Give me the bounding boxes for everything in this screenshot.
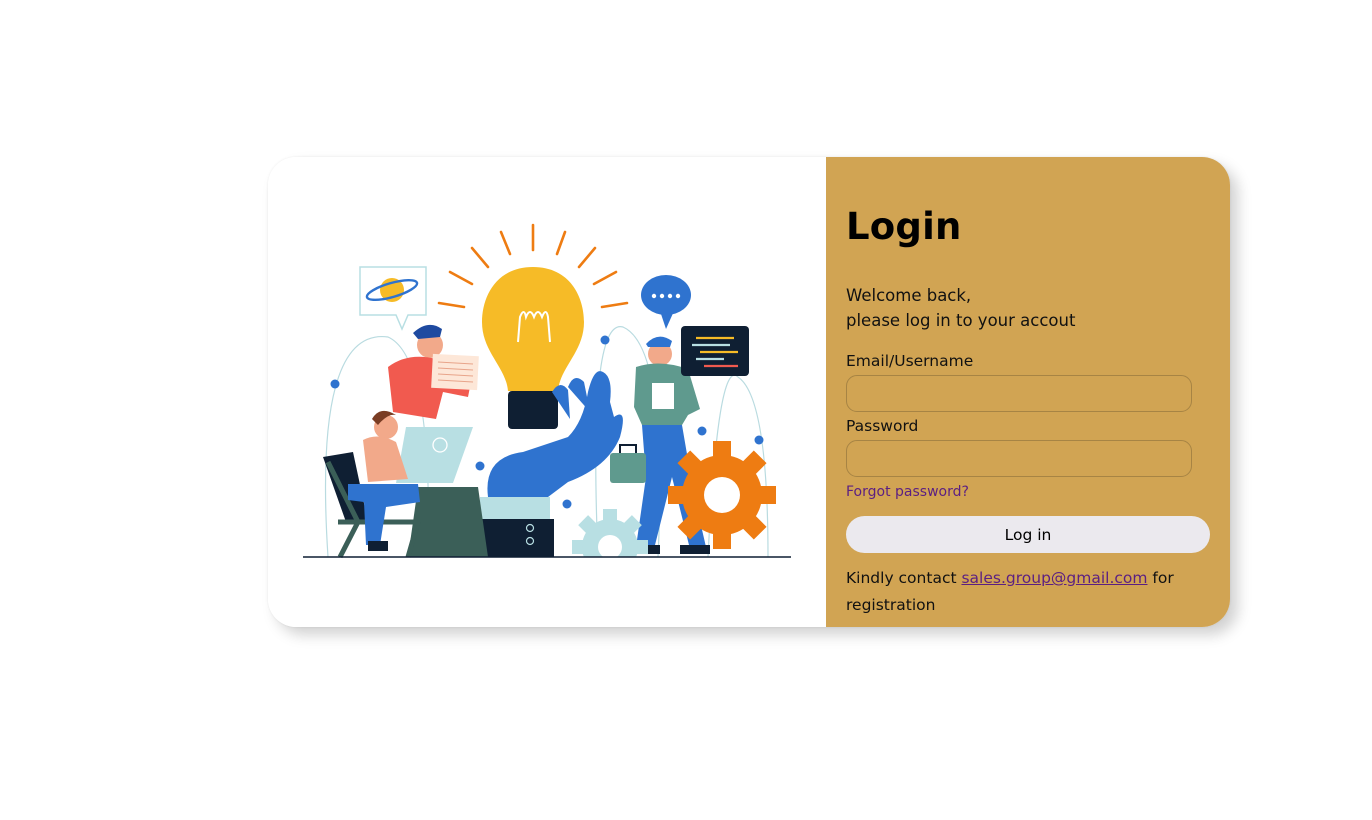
welcome-line-2: please log in to your accout <box>846 311 1076 330</box>
welcome-line-1: Welcome back, <box>846 286 972 305</box>
login-form-panel: Login Welcome back, please log in to you… <box>826 157 1230 627</box>
email-label: Email/Username <box>846 352 974 370</box>
teamwork-idea-illustration <box>303 223 791 597</box>
illustration-panel <box>268 157 826 627</box>
password-field[interactable] <box>846 440 1192 477</box>
contact-email-link[interactable]: sales.group@gmail.com <box>961 569 1147 587</box>
login-card: Login Welcome back, please log in to you… <box>268 157 1230 627</box>
registration-contact: Kindly contact sales.group@gmail.com for… <box>846 565 1206 619</box>
contact-prefix: Kindly contact <box>846 569 962 587</box>
welcome-message: Welcome back, please log in to your acco… <box>846 283 1075 333</box>
password-label: Password <box>846 417 919 435</box>
email-field[interactable] <box>846 375 1192 412</box>
forgot-password-link[interactable]: Forgot password? <box>846 484 969 500</box>
page-title: Login <box>846 205 962 248</box>
login-button[interactable]: Log in <box>846 516 1210 553</box>
